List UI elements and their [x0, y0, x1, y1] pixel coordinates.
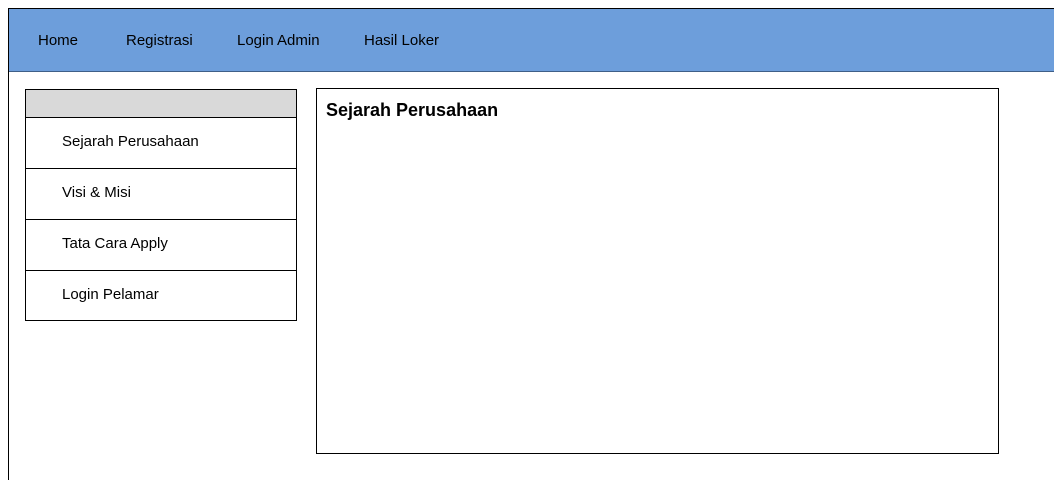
content-panel: Sejarah Perusahaan	[316, 88, 999, 454]
nav-login-admin-link[interactable]: Login Admin	[237, 32, 320, 49]
content-title: Sejarah Perusahaan	[326, 100, 499, 120]
sidebar-header	[26, 90, 296, 118]
sidebar-item-login-pelamar[interactable]: Login Pelamar	[26, 271, 296, 322]
top-navbar: Home Registrasi Login Admin Hasil Loker	[9, 9, 1054, 72]
sidebar-item-tata-cara-apply[interactable]: Tata Cara Apply	[26, 220, 296, 271]
sidebar-menu: Sejarah Perusahaan Visi & Misi Tata Cara…	[25, 89, 297, 321]
page-frame: Home Registrasi Login Admin Hasil Loker …	[8, 8, 1054, 480]
sidebar-item-sejarah-perusahaan[interactable]: Sejarah Perusahaan	[26, 118, 296, 169]
nav-hasil-loker-link[interactable]: Hasil Loker	[364, 32, 439, 49]
sidebar-item-visi-misi[interactable]: Visi & Misi	[26, 169, 296, 220]
nav-home-link[interactable]: Home	[38, 32, 78, 49]
nav-registrasi-link[interactable]: Registrasi	[126, 32, 193, 49]
